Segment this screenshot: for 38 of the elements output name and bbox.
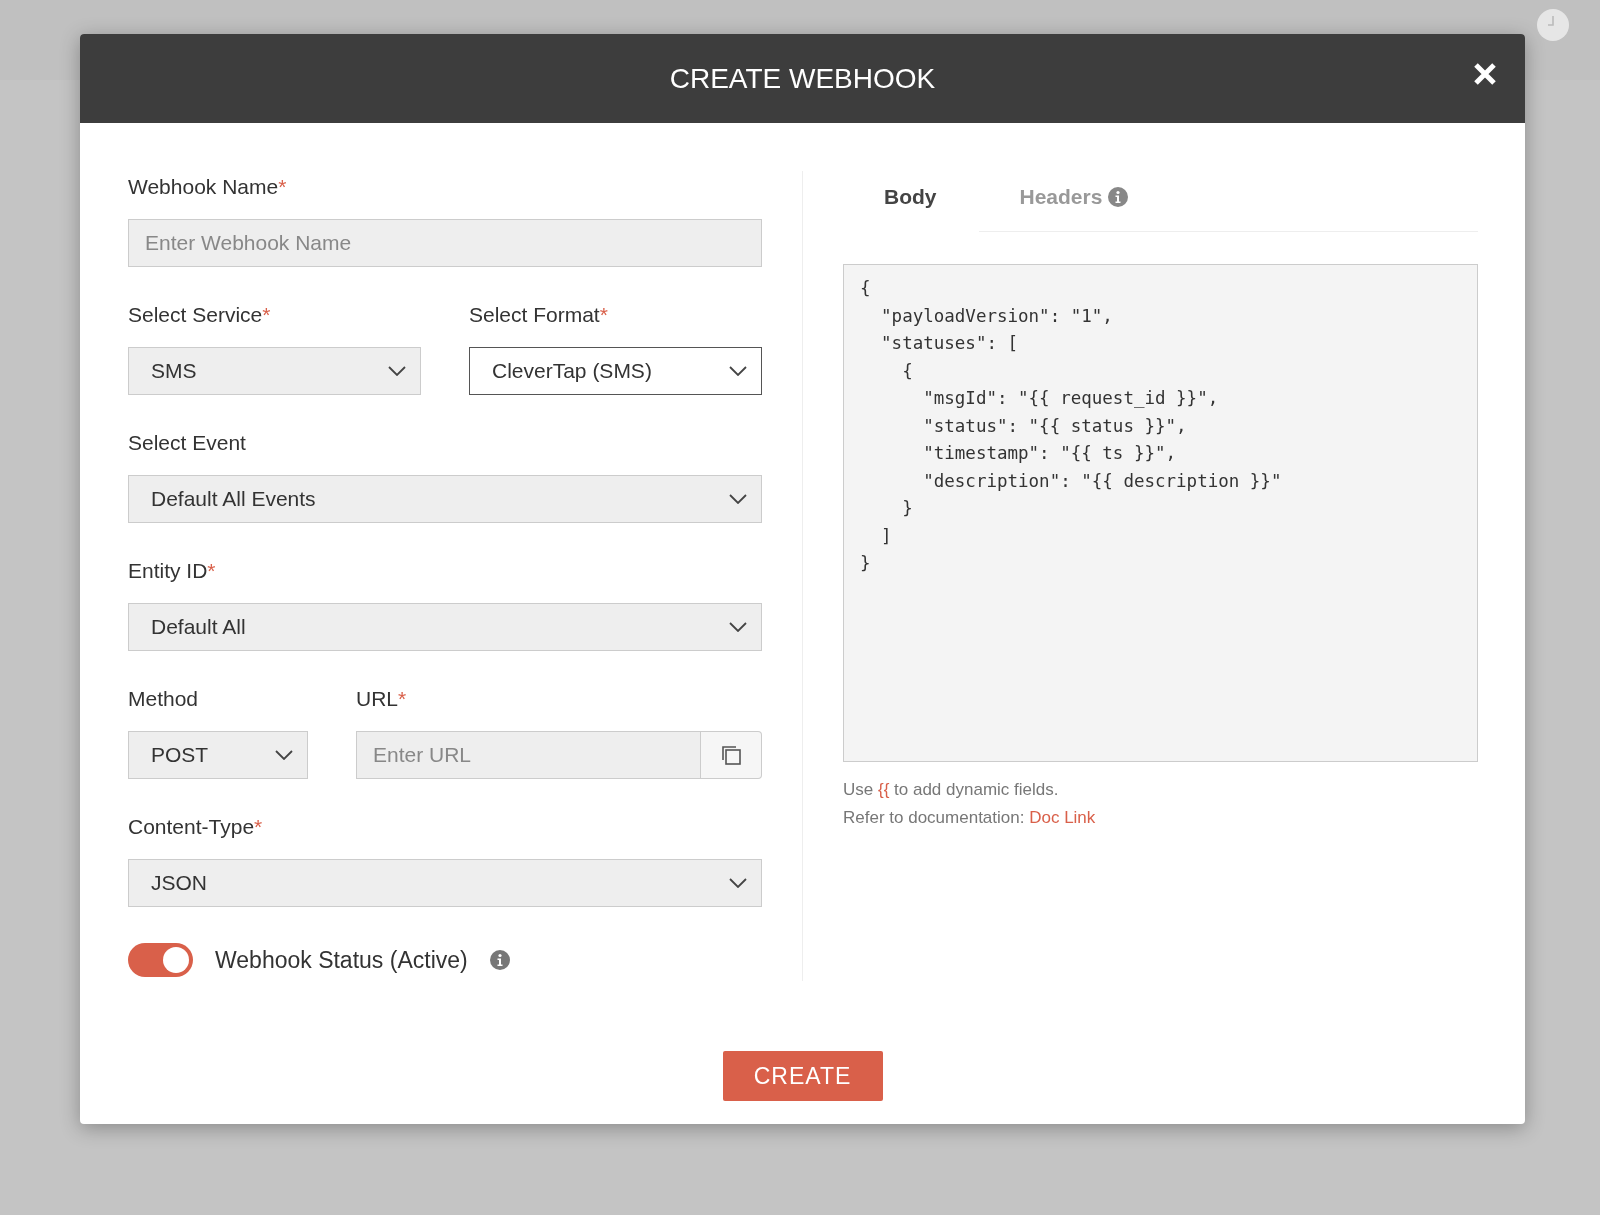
copy-button[interactable] — [701, 731, 762, 779]
info-icon — [489, 950, 510, 970]
doc-link[interactable]: Doc Link — [1029, 808, 1096, 827]
field-label: Content-Type* — [128, 815, 264, 839]
field-label: Entity ID* — [128, 559, 217, 583]
close-icon — [1473, 62, 1497, 86]
toggle-label: Webhook Status (Active) — [215, 946, 468, 974]
text-field[interactable]: Enter Webhook Name — [128, 219, 762, 267]
chevron-down-icon — [729, 494, 747, 504]
field-label: Select Service* — [128, 303, 272, 327]
chevron-down-icon — [729, 366, 747, 376]
field-label: URL* — [356, 687, 408, 711]
copy-icon — [720, 744, 742, 766]
code-editor[interactable]: { "payloadVersion": "1", "statuses": [ { "msgId": "{{ request_id }}", "status": "{{ status }}", "timestamp": "{{ ts }}", "description": "{{ description }}" } ] } — [843, 264, 1478, 762]
chevron-down-icon — [729, 622, 747, 632]
tab[interactable]: Body — [843, 171, 979, 232]
chevron-down-icon — [275, 750, 293, 760]
clock-icon — [1536, 8, 1570, 42]
select-dropdown[interactable]: SMS — [128, 347, 421, 395]
chevron-down-icon — [388, 366, 406, 376]
hint-text: Use {{ to add dynamic fields. — [843, 780, 1060, 800]
chevron-down-icon — [729, 878, 747, 888]
dialog-title: CREATE WEBHOOK — [669, 62, 936, 95]
select-dropdown[interactable]: JSON — [128, 859, 762, 907]
url-field[interactable]: Enter URL — [356, 731, 701, 779]
select-dropdown[interactable]: Default All — [128, 603, 762, 651]
status-toggle[interactable] — [128, 943, 193, 977]
select-dropdown[interactable]: Default All Events — [128, 475, 762, 523]
doc-text: Refer to documentation: Doc Link — [843, 808, 1097, 828]
select-dropdown[interactable]: POST — [128, 731, 308, 779]
field-label: Webhook Name* — [128, 175, 288, 199]
select-dropdown[interactable]: CleverTap (SMS) — [469, 347, 762, 395]
close-button[interactable] — [1473, 62, 1497, 86]
create-button[interactable]: CREATE — [722, 1051, 883, 1101]
info-icon — [1108, 187, 1129, 207]
field-label: Select Format* — [469, 303, 609, 327]
field-label: Method — [128, 687, 200, 711]
field-label: Select Event — [128, 431, 247, 455]
